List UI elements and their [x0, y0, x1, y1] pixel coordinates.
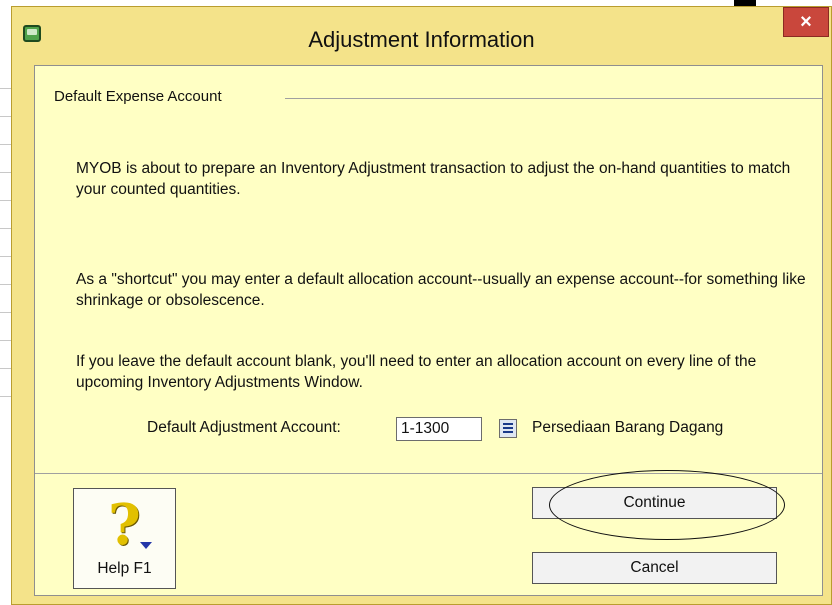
adjustment-information-dialog: Adjustment Information × Default Expense…: [11, 6, 832, 605]
window-title: Adjustment Information: [308, 27, 535, 52]
default-adjustment-account-input[interactable]: [396, 417, 482, 441]
cancel-button-label: Cancel: [630, 559, 679, 576]
intro-paragraph: MYOB is about to prepare an Inventory Ad…: [76, 160, 791, 198]
footer-divider: [35, 473, 822, 474]
account-name: Persediaan Barang Dagang: [532, 419, 724, 436]
blank-account-paragraph: If you leave the default account blank, …: [76, 353, 757, 391]
close-icon: ×: [800, 10, 812, 33]
title-bar[interactable]: Adjustment Information ×: [12, 7, 831, 65]
group-divider: [285, 98, 822, 99]
help-button[interactable]: ? Help F1: [73, 488, 176, 589]
continue-button[interactable]: Continue: [532, 487, 777, 519]
help-button-label: Help F1: [97, 560, 152, 577]
dialog-body: Default Expense Account MYOB is about to…: [34, 65, 823, 596]
shortcut-paragraph: As a "shortcut" you may enter a default …: [76, 271, 806, 309]
account-lookup-button[interactable]: [499, 419, 517, 438]
continue-button-label: Continue: [623, 494, 686, 511]
default-adjustment-account-row: Default Adjustment Account: Persediaan B…: [35, 416, 824, 442]
dropdown-caret-icon: [140, 542, 152, 549]
cancel-button[interactable]: Cancel: [532, 552, 777, 584]
group-legend: Default Expense Account: [54, 88, 226, 105]
help-question-icon: ?: [108, 492, 141, 558]
close-button[interactable]: ×: [783, 7, 829, 37]
default-adjustment-account-label: Default Adjustment Account:: [147, 419, 341, 436]
